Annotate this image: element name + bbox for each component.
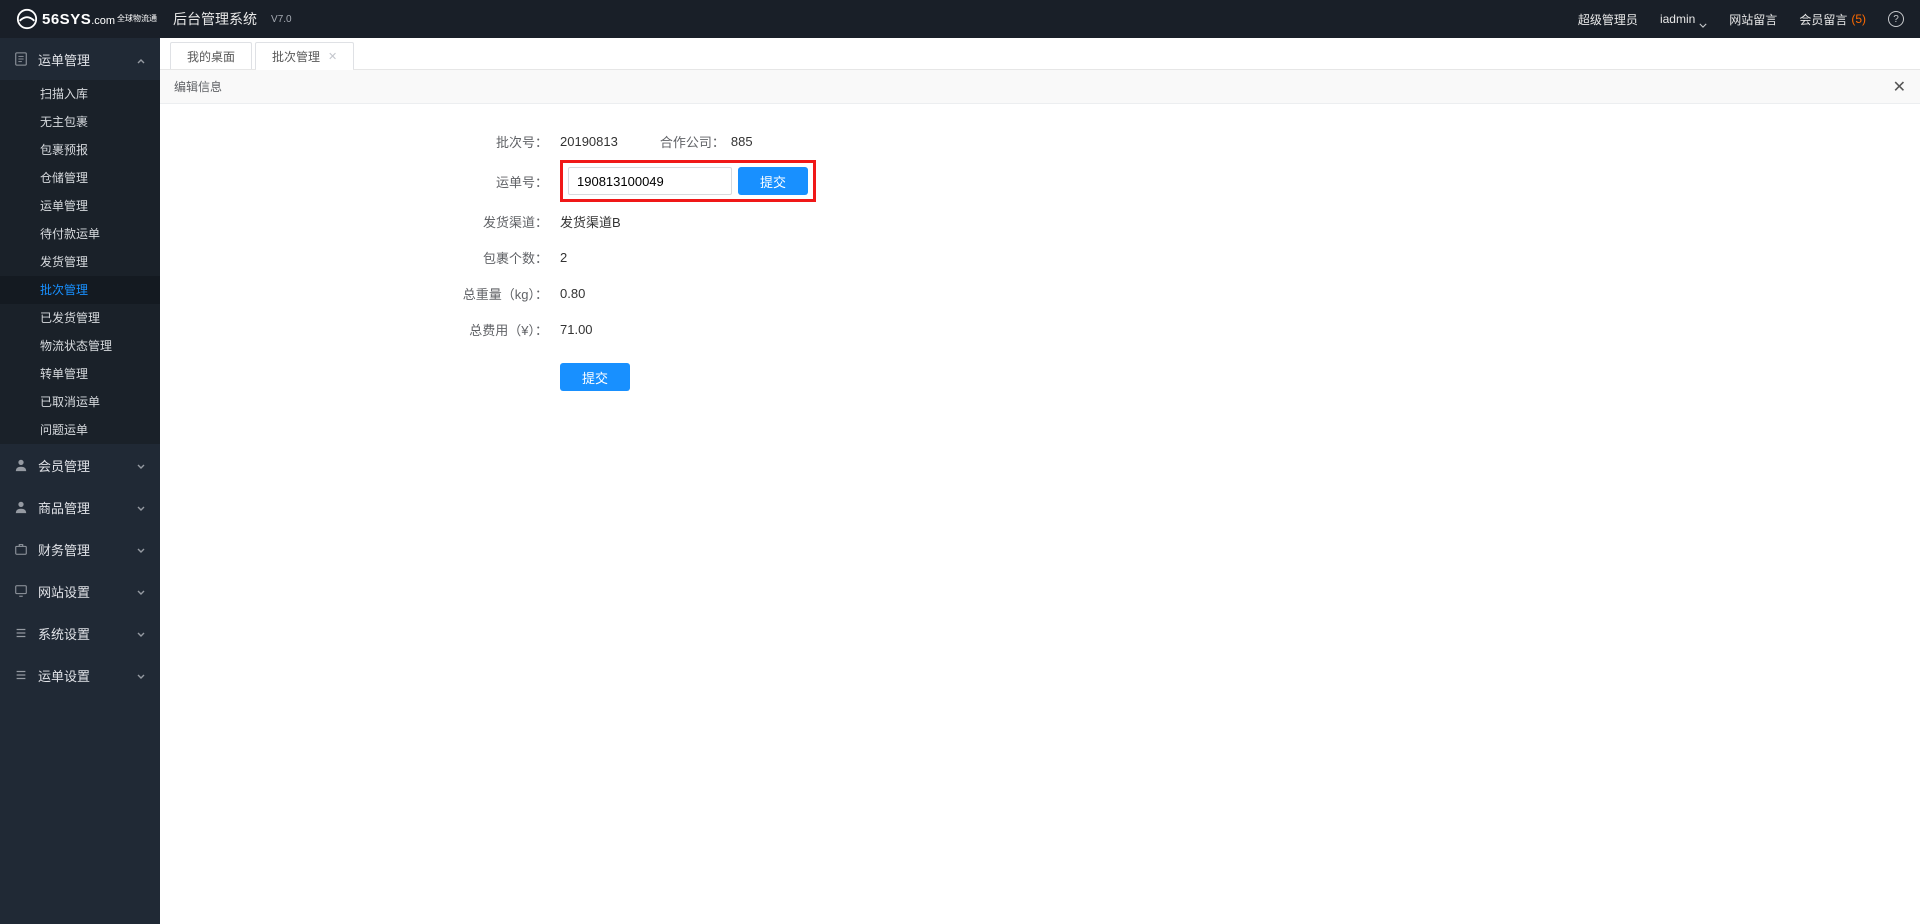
row-weight: 总重量（kg）： 0.80 <box>170 276 1910 310</box>
sidebar-item-cancelled[interactable]: 已取消运单 <box>0 388 160 416</box>
chevron-down-icon <box>1699 17 1707 22</box>
tabbar: 我的桌面 批次管理 ✕ <box>160 38 1920 70</box>
value-pkgcount: 2 <box>560 250 567 265</box>
main-area: 我的桌面 批次管理 ✕ 编辑信息 ✕ 批次号： 20190813 合作公司： 8… <box>160 38 1920 924</box>
sidebar-group-waybill-set[interactable]: 运单设置 <box>0 654 160 696</box>
sidebar-group-waybill[interactable]: 运单管理 <box>0 38 160 80</box>
sidebar-item-waybill[interactable]: 运单管理 <box>0 192 160 220</box>
chevron-down-icon <box>136 544 146 554</box>
list-icon <box>14 668 28 682</box>
sidebar-group-finance[interactable]: 财务管理 <box>0 528 160 570</box>
row-channel: 发货渠道： 发货渠道B <box>170 204 1910 238</box>
submit-button[interactable]: 提交 <box>560 363 630 391</box>
tab-desktop[interactable]: 我的桌面 <box>170 42 252 69</box>
sidebar-group-label: 网站设置 <box>38 582 90 601</box>
panel-close-icon[interactable]: ✕ <box>1893 77 1906 97</box>
sidebar-item-ship-mgmt[interactable]: 发货管理 <box>0 248 160 276</box>
label-partner: 合作公司： <box>660 132 725 151</box>
sidebar-item-scan-in[interactable]: 扫描入库 <box>0 80 160 108</box>
sidebar-group-site[interactable]: 网站设置 <box>0 570 160 612</box>
sidebar-group-label: 系统设置 <box>38 624 90 643</box>
sidebar: 运单管理 扫描入库 无主包裹 包裹预报 仓储管理 运单管理 待付款运单 发货管理… <box>0 38 160 924</box>
sidebar-item-shipped[interactable]: 已发货管理 <box>0 304 160 332</box>
sidebar-group-label: 运单设置 <box>38 666 90 685</box>
row-batchno: 批次号： 20190813 合作公司： 885 <box>170 124 1910 158</box>
help-icon[interactable]: ? <box>1888 11 1904 27</box>
row-fee: 总费用（¥）： 71.00 <box>170 312 1910 346</box>
logo-text: 56SYS.com <box>42 11 115 28</box>
waybill-input[interactable] <box>568 167 732 195</box>
chevron-down-icon <box>136 460 146 470</box>
monitor-icon <box>14 584 28 598</box>
username: iadmin <box>1660 12 1695 26</box>
logo-swoosh-icon <box>16 8 38 30</box>
sidebar-group-product[interactable]: 商品管理 <box>0 486 160 528</box>
sidebar-group-system[interactable]: 系统设置 <box>0 612 160 654</box>
chevron-down-icon <box>136 628 146 638</box>
tab-close-icon[interactable]: ✕ <box>328 50 337 63</box>
label-weight: 总重量（kg）： <box>170 284 560 303</box>
chevron-down-icon <box>136 586 146 596</box>
value-partner: 885 <box>731 134 753 149</box>
row-pkgcount: 包裹个数： 2 <box>170 240 1910 274</box>
logo-subtitle: 全球物流通 <box>117 15 157 23</box>
row-waybill: 运单号： 提交 <box>170 160 1910 202</box>
sidebar-item-track-state[interactable]: 物流状态管理 <box>0 332 160 360</box>
highlighted-waybill-group: 提交 <box>560 160 816 202</box>
value-batchno: 20190813 <box>560 134 618 149</box>
member-messages-link[interactable]: 会员留言 (5) <box>1799 11 1866 28</box>
chevron-up-icon <box>136 54 146 64</box>
panel-title: 编辑信息 <box>174 78 222 95</box>
sidebar-group-label: 运单管理 <box>38 50 90 69</box>
sidebar-item-transfer[interactable]: 转单管理 <box>0 360 160 388</box>
tab-label: 批次管理 <box>272 48 320 65</box>
panel-header: 编辑信息 ✕ <box>160 70 1920 104</box>
topbar-left: 56SYS.com 全球物流通 后台管理系统 V7.0 <box>16 8 292 30</box>
label-channel: 发货渠道： <box>170 212 560 231</box>
sidebar-group-label: 商品管理 <box>38 498 90 517</box>
system-title: 后台管理系统 <box>173 9 257 29</box>
sidebar-group-label: 会员管理 <box>38 456 90 475</box>
value-channel: 发货渠道B <box>560 212 621 231</box>
topbar: 56SYS.com 全球物流通 后台管理系统 V7.0 超级管理员 iadmin… <box>0 0 1920 38</box>
user-dropdown[interactable]: iadmin <box>1660 12 1707 26</box>
sidebar-item-ownerless[interactable]: 无主包裹 <box>0 108 160 136</box>
user-icon <box>14 458 28 472</box>
sidebar-item-batch[interactable]: 批次管理 <box>0 276 160 304</box>
briefcase-icon <box>14 542 28 556</box>
sidebar-item-problem[interactable]: 问题运单 <box>0 416 160 444</box>
logo[interactable]: 56SYS.com 全球物流通 <box>16 8 157 30</box>
tab-label: 我的桌面 <box>187 48 235 65</box>
label-pkgcount: 包裹个数： <box>170 248 560 267</box>
label-fee: 总费用（¥）： <box>170 320 560 339</box>
site-messages-link[interactable]: 网站留言 <box>1729 11 1777 28</box>
sidebar-item-pending-pay[interactable]: 待付款运单 <box>0 220 160 248</box>
role-label: 超级管理员 <box>1578 11 1638 28</box>
document-icon <box>14 52 28 66</box>
user-icon <box>14 500 28 514</box>
list-icon <box>14 626 28 640</box>
member-messages-count: (5) <box>1851 12 1866 26</box>
sidebar-group-member[interactable]: 会员管理 <box>0 444 160 486</box>
label-batchno: 批次号： <box>170 132 560 151</box>
chevron-down-icon <box>136 670 146 680</box>
member-messages-label: 会员留言 <box>1799 11 1847 28</box>
version-label: V7.0 <box>271 14 292 25</box>
sidebar-submenu-waybill: 扫描入库 无主包裹 包裹预报 仓储管理 运单管理 待付款运单 发货管理 批次管理… <box>0 80 160 444</box>
edit-form: 批次号： 20190813 合作公司： 885 运单号： 提交 <box>160 104 1920 416</box>
tab-batch[interactable]: 批次管理 ✕ <box>255 42 354 69</box>
sidebar-group-label: 财务管理 <box>38 540 90 559</box>
sidebar-item-pkg-pre[interactable]: 包裹预报 <box>0 136 160 164</box>
value-fee: 71.00 <box>560 322 593 337</box>
sidebar-item-storage[interactable]: 仓储管理 <box>0 164 160 192</box>
value-weight: 0.80 <box>560 286 585 301</box>
chevron-down-icon <box>136 502 146 512</box>
topbar-right: 超级管理员 iadmin 网站留言 会员留言 (5) ? <box>1578 11 1904 28</box>
inline-submit-button[interactable]: 提交 <box>738 167 808 195</box>
label-waybill: 运单号： <box>170 172 560 191</box>
row-submit: 提交 <box>170 360 1910 394</box>
